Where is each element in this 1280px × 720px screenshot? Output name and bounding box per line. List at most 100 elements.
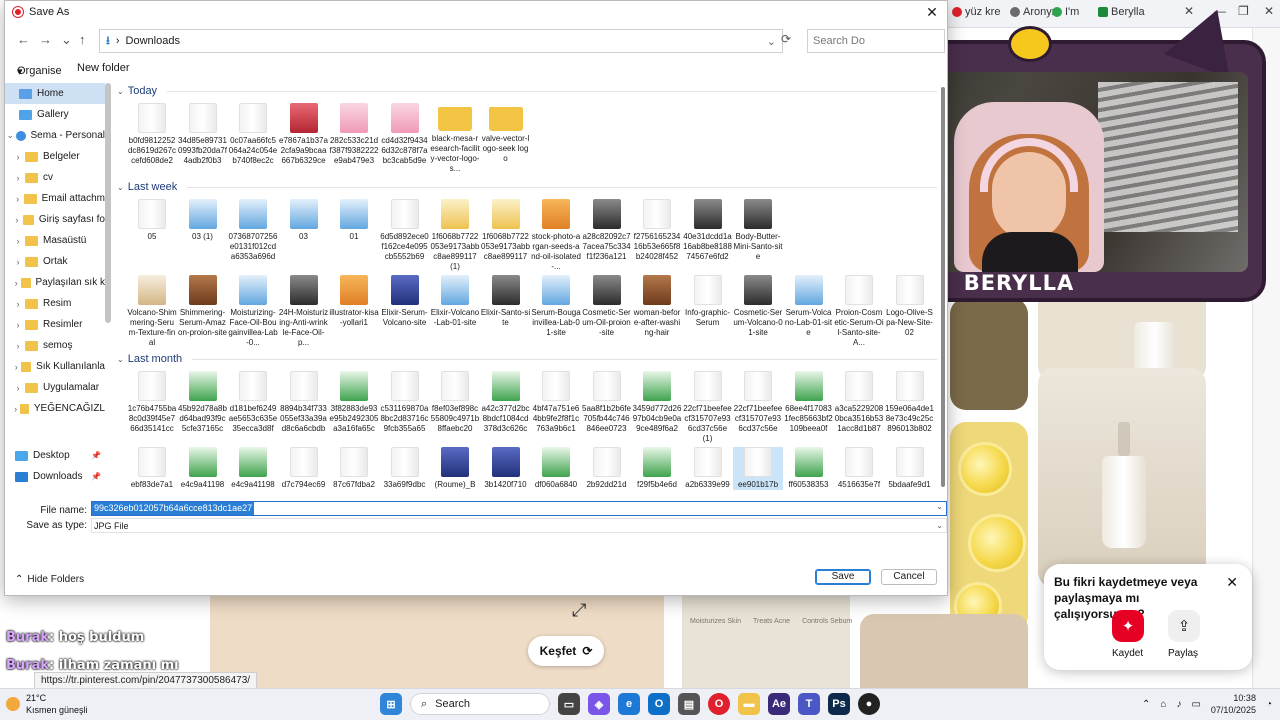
weather-widget[interactable]: 21°C Kısmen güneşli [6, 692, 88, 716]
up-icon[interactable]: ↑ [79, 32, 86, 47]
file-item[interactable]: 3b1420f710 [481, 447, 531, 490]
file-item[interactable]: valve-vector-logo-seek logo [481, 103, 531, 164]
save-as-type-select[interactable]: JPG File ⌄ [91, 518, 947, 533]
sidebar-item-folder[interactable]: › Sık Kullanılanla [5, 356, 105, 377]
scrollbar-thumb[interactable] [941, 87, 945, 487]
file-item[interactable]: 4516635e7f [834, 447, 884, 490]
file-item[interactable]: df060a6840 [531, 447, 581, 490]
file-item[interactable]: 45b92d78a8bd64bad93f9c5cfe37165c [178, 371, 228, 434]
address-bar[interactable]: ⭳ › Downloads ⌄ [99, 29, 783, 53]
file-item[interactable]: c531169870a8bc2d83716c9fcb355a65 [380, 371, 430, 434]
forward-icon[interactable]: → [39, 32, 52, 47]
file-item[interactable]: 07368707256e0131f012cda6353a696d [228, 199, 278, 262]
file-item[interactable]: ebf83de7a1 [127, 447, 177, 490]
file-item[interactable]: Serum-Bougainvillea-Lab-01-site [531, 275, 581, 338]
chevron-right-icon[interactable]: › [11, 215, 23, 225]
close-icon[interactable]: ✕ [921, 3, 943, 21]
file-item[interactable]: a28c82092c77acea75c334f1f236a121 [582, 199, 632, 262]
file-item[interactable]: 5bdaafe9d1 [885, 447, 935, 490]
sidebar-item-onedrive[interactable]: ⌄ Sema - Personal [5, 125, 105, 146]
file-item[interactable]: 22cf71beefeecf315707e936cd37c56e (1) [683, 371, 733, 444]
file-item[interactable]: e4c9a41198 [178, 447, 228, 490]
chevron-up-icon[interactable]: ⌃ [1142, 699, 1150, 710]
volume-icon[interactable]: ♪ [1176, 699, 1181, 710]
save-pin-button[interactable]: ✦ [1112, 610, 1144, 642]
copilot-icon[interactable]: ◈ [588, 693, 610, 715]
file-item[interactable]: 1f6068b7722053e9173abbc8ae899117 [481, 199, 531, 262]
sidebar-item-desktop[interactable]: Desktop 📌 [5, 445, 105, 466]
file-item[interactable]: Proion-Cosmetic-Serum-Oil-Santo-site-A..… [834, 275, 884, 348]
file-list-scrollbar[interactable] [941, 87, 947, 487]
pin-card-infographic[interactable] [682, 596, 850, 688]
group-header-last-month[interactable]: ⌄ Last month [117, 353, 937, 365]
opera-icon[interactable]: O [708, 693, 730, 715]
file-item[interactable]: Moisturizing-Face-Oil-Bougainvillea-Lab-… [228, 275, 278, 348]
notification-icon[interactable]: ◔ [1266, 699, 1272, 710]
sidebar-item-home[interactable]: Home [5, 83, 105, 104]
file-item[interactable]: 03 (1) [178, 199, 228, 242]
sidebar-item-folder[interactable]: › semoş [5, 335, 105, 356]
refresh-icon[interactable]: ⟳ [781, 32, 791, 46]
file-item[interactable]: 22cf71beefeecf315707e936cd37c56e [733, 371, 783, 434]
file-item[interactable]: 6d5d892ece0f162ce4e095cb5552b69 [380, 199, 430, 262]
browser-tab[interactable]: Aronyx [1010, 6, 1057, 18]
file-item[interactable]: 8894b34f733055ef33a39ad8c6a6cbdb [279, 371, 329, 434]
file-item[interactable]: stock-photo-argan-seeds-and-oil-isolated… [531, 199, 581, 272]
sidebar-item-folder[interactable]: › Giriş sayfası fo [5, 209, 105, 230]
file-item[interactable]: Cosmetic-Serum-Oil-proion-site [582, 275, 632, 338]
file-item[interactable]: b0fd9812252dc8619d267ccefd608de2 [127, 103, 177, 166]
file-item[interactable]: e7867a1b37a2cfa9a9bcaa667b6329ce [279, 103, 329, 166]
file-item[interactable]: 0c07aa66fc5064a24c054eb740f8ec2c [228, 103, 278, 166]
chevron-right-icon[interactable]: › [11, 341, 25, 351]
chevron-right-icon[interactable]: › [11, 194, 24, 204]
file-item[interactable]: 01 [329, 199, 379, 242]
teams-icon[interactable]: T [798, 693, 820, 715]
file-item[interactable]: 3459d772d2697b04cb9e0a9ce489f6a2 [632, 371, 682, 434]
file-item[interactable]: f29f5b4e6d [632, 447, 682, 490]
file-item[interactable]: Volcano-Shimmering-Serum-Texture-final [127, 275, 177, 348]
file-item[interactable]: 4bf47a751e64bb9fe2f8f1c763a9b6c1 [531, 371, 581, 434]
sidebar-item-folder[interactable]: › Uygulamalar [5, 377, 105, 398]
photoshop-icon[interactable]: Ps [828, 693, 850, 715]
file-item[interactable]: 34d85e897310993fb20da7f4adb2f0b3 [178, 103, 228, 166]
file-item[interactable]: Elixir-Volcano-Lab-01-site [430, 275, 480, 328]
file-item[interactable]: 5aa8f1b2b6fe705fb44c746846ee0723 [582, 371, 632, 434]
recent-locations-icon[interactable]: ⌄ [61, 32, 72, 48]
breadcrumb[interactable]: Downloads [126, 35, 180, 47]
group-header-last-week[interactable]: ⌄ Last week [117, 181, 937, 193]
file-item[interactable]: 40e31dcdd1a16ab8be818874567e6fd2 [683, 199, 733, 262]
battery-icon[interactable]: ▭ [1191, 699, 1200, 710]
taskbar-search[interactable]: ⌕ Search [410, 693, 550, 715]
file-item[interactable]: 159e06a4de18e73c49c25c896013b802 [885, 371, 935, 434]
new-folder-button[interactable]: New folder [77, 62, 130, 74]
back-icon[interactable]: ← [17, 32, 30, 47]
after-effects-icon[interactable]: Ae [768, 693, 790, 715]
share-button[interactable]: ⇪ [1168, 610, 1200, 642]
save-button[interactable]: Save [815, 569, 871, 585]
explore-button[interactable]: Keşfet ⟳ [528, 636, 604, 666]
sidebar-item-folder[interactable]: › Ortak [5, 251, 105, 272]
file-item[interactable]: Elixir-Santo-site [481, 275, 531, 328]
chevron-right-icon[interactable]: › [11, 320, 25, 330]
file-item[interactable]: d7c794ec69 [279, 447, 329, 490]
file-item[interactable]: Shimmering-Serum-Amazon-proion-site [178, 275, 228, 338]
file-item[interactable]: Cosmetic-Serum-Volcano-01-site [733, 275, 783, 338]
file-item[interactable]: 3f82883de93e95b2492305a3a16fa65c [329, 371, 379, 434]
search-input[interactable]: Search Do [807, 29, 945, 53]
hide-folders-button[interactable]: ⌃ Hide Folders [15, 574, 84, 585]
file-item[interactable]: Elixir-Serum-Volcano-site [380, 275, 430, 328]
file-item[interactable]: 1f6068b7722053e9173abbc8ae899117 (1) [430, 199, 480, 272]
chevron-right-icon[interactable]: › [11, 404, 20, 414]
close-icon[interactable]: ✕ [1226, 574, 1238, 591]
clock[interactable]: 10:38 07/10/2025 [1211, 692, 1256, 716]
sidebar-item-folder[interactable]: › Email attachm [5, 188, 105, 209]
file-item[interactable]: 1c76b4755ba8c0d39f45e766d35141cc [127, 371, 177, 434]
file-item[interactable]: black-mesa-research-facility-vector-logo… [430, 103, 480, 174]
chevron-right-icon[interactable]: › [11, 152, 25, 162]
file-item[interactable]: a42c377d2bc8bdcf1084cd378d3c626c [481, 371, 531, 434]
close-icon[interactable]: ✕ [1184, 4, 1194, 18]
sidebar-item-folder[interactable]: › Belgeler [5, 146, 105, 167]
file-explorer-icon[interactable]: ▬ [738, 693, 760, 715]
file-item[interactable]: a3ca52292080bca3516b531acc8d1b87 [834, 371, 884, 434]
chevron-right-icon[interactable]: › [11, 257, 25, 267]
